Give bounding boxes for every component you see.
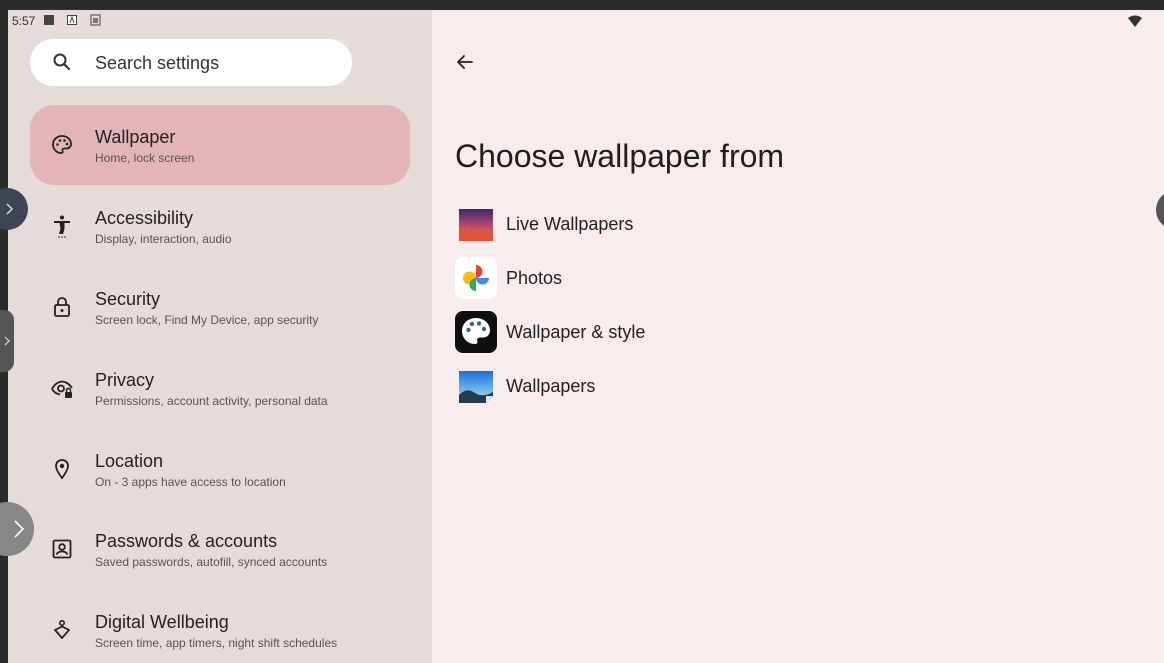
app-option-live-wallpapers[interactable]: Live Wallpapers bbox=[455, 201, 755, 247]
palette-icon bbox=[52, 135, 72, 154]
settings-item-title: Location bbox=[95, 451, 164, 471]
settings-item-subtitle: Display, interaction, audio bbox=[95, 232, 232, 246]
settings-item-subtitle: Permissions, account activity, personal … bbox=[95, 394, 328, 408]
wellbeing-icon bbox=[54, 619, 70, 639]
app-option-label: Wallpapers bbox=[506, 376, 596, 396]
notification-square-icon bbox=[44, 15, 54, 25]
settings-item-title: Accessibility bbox=[95, 208, 194, 228]
location-pin-icon bbox=[55, 459, 69, 480]
notification-a-icon bbox=[67, 15, 77, 25]
settings-item-wallpaper[interactable]: Wallpaper Home, lock screen bbox=[30, 105, 410, 185]
chevron-right-icon bbox=[6, 203, 14, 215]
accessibility-icon bbox=[54, 215, 70, 238]
app-option-label: Photos bbox=[506, 268, 563, 288]
settings-item-privacy[interactable]: Privacy Permissions, account activity, p… bbox=[30, 348, 410, 428]
app-option-wallpaper-style[interactable]: Wallpaper & style bbox=[455, 309, 755, 355]
app-option-label: Live Wallpapers bbox=[506, 214, 634, 234]
search-icon bbox=[53, 53, 71, 71]
page-title: Choose wallpaper from bbox=[455, 138, 785, 174]
settings-item-title: Wallpaper bbox=[95, 127, 176, 147]
search-input[interactable]: Search settings bbox=[95, 53, 219, 74]
settings-item-title: Privacy bbox=[95, 370, 155, 390]
settings-item-subtitle: Screen lock, Find My Device, app securit… bbox=[95, 313, 319, 327]
live-wallpapers-icon bbox=[459, 209, 493, 241]
back-arrow-icon[interactable] bbox=[456, 53, 474, 71]
settings-item-title: Security bbox=[95, 289, 161, 309]
app-option-label: Wallpaper & style bbox=[506, 322, 646, 342]
status-time: 5:57 bbox=[12, 14, 36, 28]
settings-item-title: Passwords & accounts bbox=[95, 531, 278, 551]
lock-icon bbox=[54, 297, 70, 317]
settings-item-accessibility[interactable]: Accessibility Display, interaction, audi… bbox=[30, 186, 410, 266]
top-border bbox=[0, 0, 1164, 10]
settings-item-title: Digital Wellbeing bbox=[95, 612, 229, 632]
settings-item-subtitle: On - 3 apps have access to location bbox=[95, 475, 286, 489]
settings-item-location[interactable]: Location On - 3 apps have access to loca… bbox=[30, 429, 410, 509]
settings-item-subtitle: Home, lock screen bbox=[95, 151, 195, 165]
settings-item-security[interactable]: Security Screen lock, Find My Device, ap… bbox=[30, 267, 410, 347]
chevron-right-icon bbox=[4, 336, 10, 346]
settings-item-digital-wellbeing[interactable]: Digital Wellbeing Screen time, app timer… bbox=[30, 590, 410, 663]
wallpapers-icon bbox=[459, 371, 493, 403]
wifi-icon bbox=[1128, 15, 1142, 27]
notification-sim-icon bbox=[90, 14, 101, 26]
app-option-photos[interactable]: Photos bbox=[455, 255, 755, 301]
app-option-wallpapers[interactable]: Wallpapers bbox=[455, 363, 755, 409]
photos-icon bbox=[455, 257, 497, 299]
settings-item-subtitle: Screen time, app timers, night shift sch… bbox=[95, 636, 338, 650]
settings-item-passwords-accounts[interactable]: Passwords & accounts Saved passwords, au… bbox=[30, 509, 410, 589]
account-box-icon bbox=[52, 539, 72, 559]
privacy-eye-icon bbox=[51, 380, 73, 398]
side-edge-handle[interactable] bbox=[0, 310, 14, 372]
settings-item-subtitle: Saved passwords, autofill, synced accoun… bbox=[95, 555, 328, 569]
wallpaper-style-icon bbox=[455, 311, 497, 353]
chevron-right-icon bbox=[14, 520, 25, 538]
